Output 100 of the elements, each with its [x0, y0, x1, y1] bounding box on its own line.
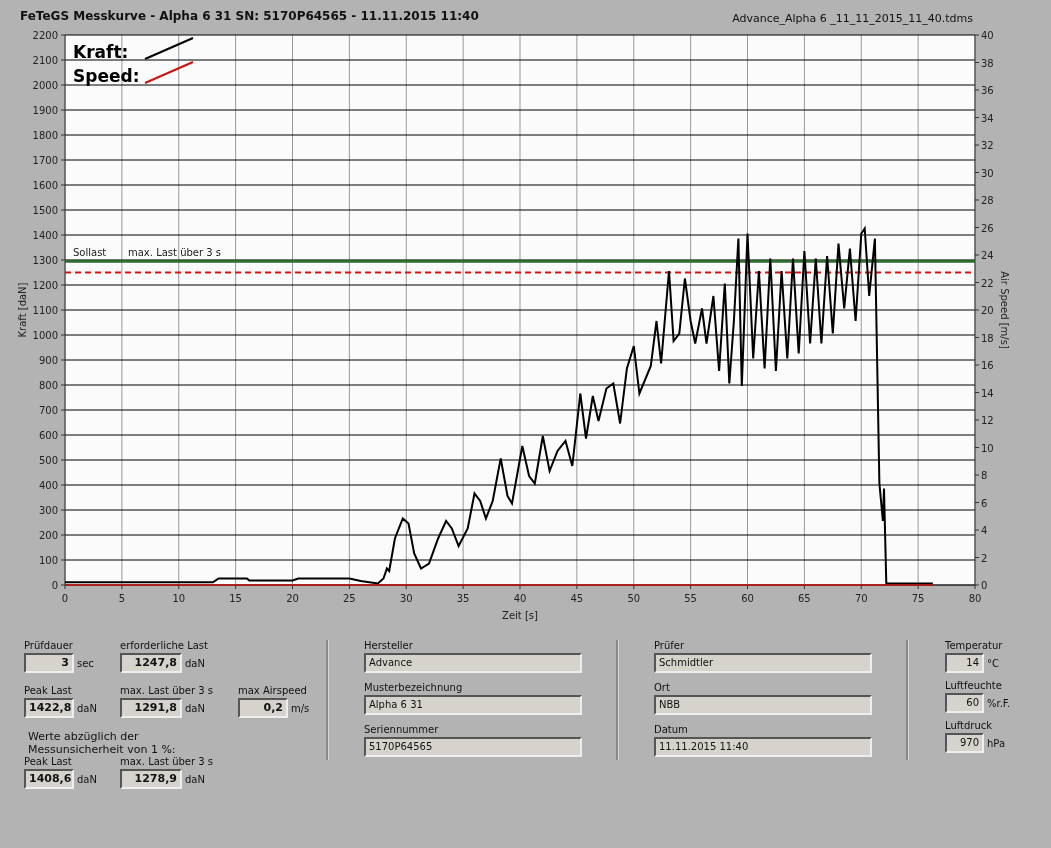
axis-tick-label: 1600: [32, 180, 58, 191]
unit-label: sec: [77, 657, 94, 669]
axis-tick-label: 65: [798, 593, 811, 604]
field-label: Peak Last: [24, 685, 73, 696]
axis-tick-label: 70: [854, 593, 868, 604]
value-display: 0,2: [238, 698, 288, 718]
axis-tick-label: 0: [981, 580, 988, 591]
field-label: Luftfeuchte: [945, 680, 1003, 691]
axis-tick-label: 600: [38, 430, 58, 441]
unit-label: m/s: [291, 702, 310, 714]
text-display: Alpha 6 31: [364, 695, 582, 715]
axis-tick-label: 500: [38, 455, 58, 466]
axis-tick-label: 18: [981, 332, 994, 344]
chart-title: FeTeGS Messkurve - Alpha 6 31 SN: 5170P64565 - 11.11.2015 11:40: [20, 9, 479, 25]
unit-label: daN: [185, 773, 205, 785]
value-display: 60: [945, 693, 984, 713]
axis-tick-label: 35: [456, 593, 470, 604]
field-label: Ort: [654, 682, 671, 693]
axis-tick-label: 100: [38, 555, 58, 566]
note-text: Messunsicherheit von 1 %:: [28, 743, 177, 756]
unit-label: %r.F.: [987, 697, 1011, 709]
axis-tick-label: 60: [741, 593, 754, 604]
axis-tick-label: 30: [981, 167, 994, 179]
field-label: max. Last über 3 s: [120, 685, 215, 696]
value-display: 1422,8: [24, 698, 74, 718]
note-text: Werte abzüglich der: [28, 730, 140, 743]
legend-line-sample: [144, 61, 194, 84]
axis-tick-label: 40: [981, 30, 994, 41]
axis-tick-label: 32: [981, 140, 994, 151]
axis-tick-label: 700: [38, 405, 58, 416]
axis-tick-label: 800: [38, 380, 58, 391]
value-display: 14: [945, 653, 984, 673]
field-label: Hersteller: [364, 640, 414, 651]
value-display: 1408,6: [24, 769, 74, 789]
value-display: 970: [945, 733, 984, 753]
unit-label: daN: [77, 773, 97, 785]
axis-tick-label: 2000: [32, 80, 58, 91]
axis-tick-label: 38: [981, 57, 994, 69]
axis-tick-label: 20: [981, 305, 994, 316]
field-label: Peak Last: [24, 756, 73, 767]
axis-tick-label: 2: [981, 552, 988, 564]
field-label: Musterbezeichnung: [364, 682, 464, 693]
axis-tick-label: 0: [51, 580, 58, 591]
axis-tick-label: 1900: [32, 105, 58, 116]
force-legend-label: Kraft:: [73, 42, 129, 62]
axis-tick-label: 200: [38, 530, 58, 541]
axis-tick-label: 40: [513, 593, 527, 604]
value-display: 3: [24, 653, 74, 673]
value-display: 1247,8: [120, 653, 182, 673]
axis-tick-label: 1700: [32, 155, 58, 166]
axis-tick-label: 1100: [32, 305, 58, 316]
axis-tick-label: 15: [229, 593, 242, 604]
axis-tick-label: 2100: [32, 55, 58, 66]
axis-tick-label: 12: [981, 415, 994, 426]
unit-label: daN: [77, 702, 97, 714]
x-axis-title: Zeit [s]: [502, 610, 538, 621]
text-display: 11.11.2015 11:40: [654, 737, 872, 757]
axis-tick-label: 36: [981, 85, 994, 96]
reference-line-label: Sollast: [73, 247, 107, 259]
speed-legend-label: Speed:: [73, 66, 140, 86]
axis-tick-label: 75: [911, 593, 925, 604]
axis-tick-label: 30: [399, 593, 413, 604]
field-label: Temperatur: [945, 640, 1004, 651]
axis-tick-label: 1000: [32, 330, 58, 341]
field-label: Prüfdauer: [24, 640, 74, 651]
axis-tick-label: 10: [172, 593, 186, 604]
text-display: NBB: [654, 695, 872, 715]
axis-tick-label: 20: [286, 593, 299, 604]
unit-label: daN: [185, 657, 205, 669]
axis-tick-label: 1400: [32, 230, 58, 241]
field-label: Luftdruck: [945, 720, 994, 731]
axis-tick-label: 16: [981, 360, 994, 371]
axis-tick-label: 2200: [32, 30, 58, 41]
axis-tick-label: 55: [684, 593, 697, 604]
axis-tick-label: 50: [627, 593, 641, 604]
value-display: 1291,8: [120, 698, 182, 718]
field-label: Prüfer: [654, 640, 686, 651]
axis-tick-label: 400: [38, 480, 58, 491]
field-label: max Airspeed: [238, 685, 308, 696]
axis-tick-label: 6: [981, 497, 988, 509]
axis-tick-label: 34: [981, 112, 994, 124]
axis-tick-label: 1500: [32, 205, 58, 216]
axis-tick-label: 4: [981, 525, 988, 536]
axis-tick-label: 24: [981, 250, 994, 261]
field-label: Seriennummer: [364, 724, 440, 735]
axis-tick-label: 8: [981, 470, 988, 481]
text-display: 5170P64565: [364, 737, 582, 757]
axis-tick-label: 900: [38, 355, 58, 366]
field-label: erforderliche Last: [120, 640, 209, 651]
text-display: Advance: [364, 653, 582, 673]
unit-label: daN: [185, 702, 205, 714]
value-display: 1278,9: [120, 769, 182, 789]
axis-tick-label: 1200: [32, 280, 58, 291]
y-axis-title: Kraft [daN]: [17, 282, 28, 338]
axis-tick-label: 28: [981, 195, 994, 206]
text-display: Schmidtler: [654, 653, 872, 673]
axis-tick-label: 1800: [32, 130, 58, 141]
axis-tick-label: 300: [38, 505, 58, 516]
axis-tick-label: 0: [61, 593, 69, 604]
reference-line-label: max. Last über 3 s: [128, 247, 222, 259]
